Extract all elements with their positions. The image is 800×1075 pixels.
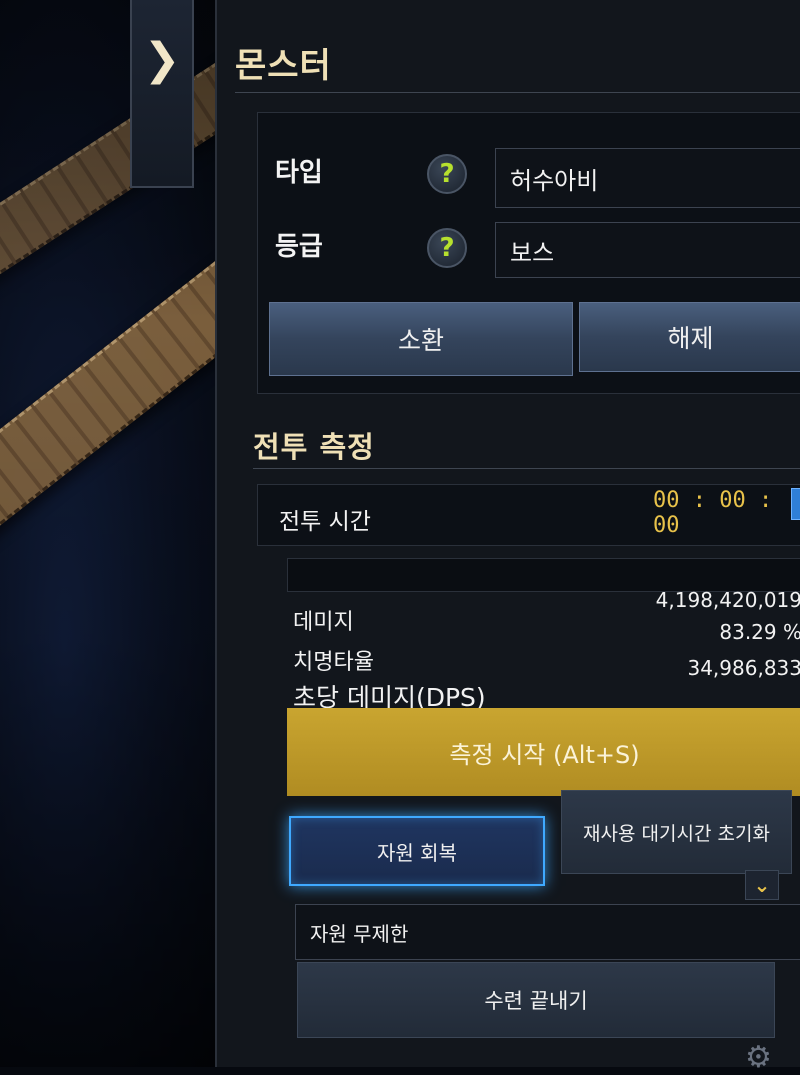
chevron-down-icon: ⌄ [753,873,771,897]
combat-section-title: 전투 측정 [253,430,375,464]
resource-mode-dropdown[interactable]: 자원 무제한 [295,904,800,960]
cooldown-reset-button[interactable]: 재사용 대기시간 초기화 [561,790,792,874]
resource-recover-button[interactable]: 자원 회복 [289,816,545,886]
type-select-value: 허수아비 [510,166,599,195]
help-icon[interactable]: ? [427,154,467,194]
help-icon[interactable]: ? [427,228,467,268]
training-panel: 몬스터 타입 ? 허수아비 등급 ? 보스 소환 해제 전투 측정 전투 시간 … [215,0,800,1075]
crit-rate-label: 치명타율 [293,650,374,675]
start-measure-button[interactable]: 측정 시작 (Alt+S) [287,708,800,796]
dps-value: 34,986,833 [687,656,800,680]
summon-button[interactable]: 소환 [269,302,573,376]
grade-select-value: 보스 [510,238,555,267]
damage-gauge [287,558,800,592]
damage-value: 4,198,420,019 [655,588,800,612]
timer-reset-button[interactable] [791,488,800,520]
release-button[interactable]: 해제 [579,302,800,372]
end-training-button[interactable]: 수련 끝내기 [297,962,775,1038]
damage-label: 데미지 [293,610,354,635]
grade-select[interactable]: 보스 [495,222,800,278]
chevron-right-icon: ❯ [143,34,181,85]
section-divider [235,92,800,93]
combat-time-label: 전투 시간 [279,509,371,535]
collapse-panel-button[interactable]: ❯ [130,0,194,188]
monster-section-title: 몬스터 [235,46,332,86]
grade-label: 등급 [275,232,323,262]
crit-rate-value: 83.29 % [719,620,800,644]
dropdown-toggle[interactable]: ⌄ [745,870,779,900]
resource-mode-value: 자원 무제한 [310,921,409,946]
combat-time-value: 00 : 00 : 00 [653,488,773,538]
type-select[interactable]: 허수아비 [495,148,800,208]
gear-icon[interactable]: ⚙ [745,1040,772,1075]
section-divider [253,468,800,469]
type-label: 타입 [275,158,323,188]
